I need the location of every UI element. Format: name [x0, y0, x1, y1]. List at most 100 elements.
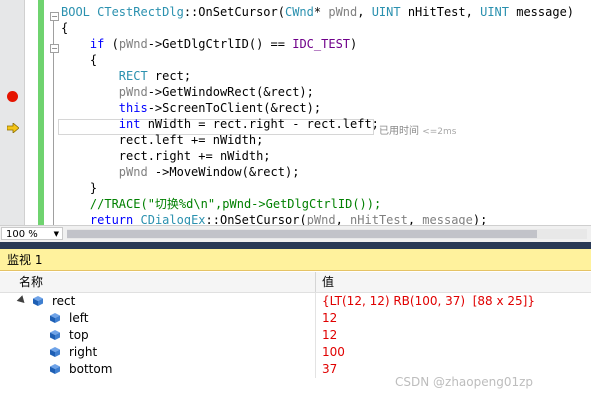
code-line[interactable]: rect.left += nWidth; — [61, 132, 574, 148]
watch-window-title[interactable]: 监视 1 — [0, 249, 591, 271]
code-line[interactable]: } — [61, 180, 574, 196]
variable-cube-icon — [50, 364, 60, 374]
code-token: { — [61, 21, 69, 35]
code-line[interactable]: pWnd->GetWindowRect(&rect); — [61, 84, 574, 100]
code-line[interactable]: { — [61, 52, 574, 68]
code-token: nHitTest, — [400, 5, 481, 19]
code-token: pWnd — [118, 165, 148, 179]
code-line[interactable]: RECT rect; — [61, 68, 574, 84]
code-token: int — [118, 117, 141, 131]
column-header: 名称 值 — [0, 272, 591, 293]
expand-triangle-icon[interactable] — [16, 295, 28, 306]
perf-tip[interactable]: 已用时间 <=2ms — [379, 122, 456, 137]
watch-row-value[interactable]: 12 — [322, 327, 337, 344]
indicator-margin[interactable] — [0, 0, 25, 225]
watch-row[interactable]: top 12 — [0, 327, 591, 344]
code-token: , — [407, 213, 423, 225]
scrollbar-thumb[interactable] — [67, 230, 537, 238]
editor-statusbar: 100 % ▼ — [0, 225, 591, 242]
outline-margin: − − — [50, 0, 59, 225]
code-line[interactable]: //TRACE("切换%d\n",pWnd->GetDlgCtrlID()); — [61, 196, 574, 212]
code-token: ::OnSetCursor( — [183, 5, 285, 19]
code-token: CWnd — [284, 5, 314, 19]
code-token: rect.left += nWidth; — [61, 133, 264, 147]
perf-tip-label: 已用时间 — [379, 126, 419, 137]
watch-row-name: rect — [52, 294, 76, 308]
code-token: ::OnSetCursor( — [205, 213, 307, 225]
variable-cube-icon — [33, 296, 43, 306]
code-token: return — [89, 213, 134, 225]
column-divider[interactable] — [315, 272, 316, 292]
column-name-header[interactable]: 名称 — [19, 272, 43, 292]
watch-row-value[interactable]: 37 — [322, 361, 337, 378]
breakpoint-icon[interactable] — [7, 91, 18, 102]
code-token: { — [61, 53, 98, 67]
horizontal-scrollbar[interactable] — [67, 229, 587, 239]
watch-row[interactable]: rect {LT(12, 12) RB(100, 37) [88 x 25]} — [0, 293, 591, 310]
code-text[interactable]: BOOL CTestRectDlg::OnSetCursor(CWnd* pWn… — [61, 4, 574, 225]
code-token: IDC_TEST — [292, 37, 351, 51]
code-token: , — [335, 213, 351, 225]
code-token: , — [357, 5, 372, 19]
code-token: CDialogEx — [140, 213, 206, 225]
code-line[interactable]: this->ScreenToClient(&rect); — [61, 100, 574, 116]
code-line[interactable]: int nWidth = rect.right - rect.left; — [61, 116, 574, 132]
zoom-combo[interactable]: 100 % ▼ — [1, 227, 63, 240]
watch-row[interactable]: right 100 — [0, 344, 591, 361]
code-token: //TRACE("切换%d\n",pWnd->GetDlgCtrlID()); — [89, 197, 382, 211]
code-token: UINT — [480, 5, 509, 19]
code-token: BOOL — [61, 5, 98, 19]
current-statement-arrow-icon — [7, 123, 19, 133]
code-token: this — [118, 101, 148, 115]
zoom-value: 100 % — [6, 229, 38, 240]
variable-cube-icon — [50, 313, 60, 323]
code-line[interactable]: rect.right += nWidth; — [61, 148, 574, 164]
watch-row-name: right — [69, 345, 98, 359]
code-token: RECT — [118, 69, 148, 83]
pane-splitter[interactable] — [0, 242, 591, 249]
code-editor[interactable]: − − BOOL CTestRectDlg::OnSetCursor(CWnd*… — [0, 0, 591, 225]
code-token: if — [89, 37, 105, 51]
code-token: pWnd — [306, 213, 336, 225]
watch-row-value[interactable]: 100 — [322, 344, 345, 361]
code-token: pWnd — [118, 85, 148, 99]
code-token: pWnd — [118, 37, 148, 51]
code-token: pWnd — [328, 5, 358, 19]
code-line[interactable]: if (pWnd->GetDlgCtrlID() == IDC_TEST) — [61, 36, 574, 52]
collapse-icon[interactable]: − — [50, 12, 59, 21]
code-token: nWidth = rect.right - rect.left; — [140, 117, 379, 131]
code-line[interactable]: { — [61, 20, 574, 36]
code-token: ->ScreenToClient(&rect); — [147, 101, 322, 115]
watch-row-value[interactable]: 12 — [322, 310, 337, 327]
collapse-icon[interactable]: − — [50, 44, 59, 53]
code-token: rect.right += nWidth; — [61, 149, 271, 163]
code-token: } — [61, 181, 98, 195]
watch-row[interactable]: left 12 — [0, 310, 591, 327]
code-line[interactable]: BOOL CTestRectDlg::OnSetCursor(CWnd* pWn… — [61, 4, 574, 20]
code-token: ->MoveWindow(&rect); — [147, 165, 300, 179]
dropdown-arrow-icon[interactable]: ▼ — [54, 228, 59, 241]
code-token: CTestRectDlg — [97, 5, 184, 19]
watch-row-name: top — [69, 328, 89, 342]
column-value-header[interactable]: 值 — [322, 272, 334, 292]
code-line[interactable]: return CDialogEx::OnSetCursor(pWnd, nHit… — [61, 212, 574, 225]
code-token: * — [313, 5, 329, 19]
code-token: rect; — [147, 69, 192, 83]
code-token: ->GetDlgCtrlID() == — [147, 37, 293, 51]
code-token: message) — [509, 5, 575, 19]
watch-row-value[interactable]: {LT(12, 12) RB(100, 37) [88 x 25]} — [322, 293, 535, 310]
code-line[interactable]: pWnd ->MoveWindow(&rect); — [61, 164, 574, 180]
change-tracking-bar — [38, 0, 44, 225]
watch-row-name: bottom — [69, 362, 113, 376]
code-token: nHitTest — [350, 213, 408, 225]
variable-cube-icon — [50, 330, 60, 340]
